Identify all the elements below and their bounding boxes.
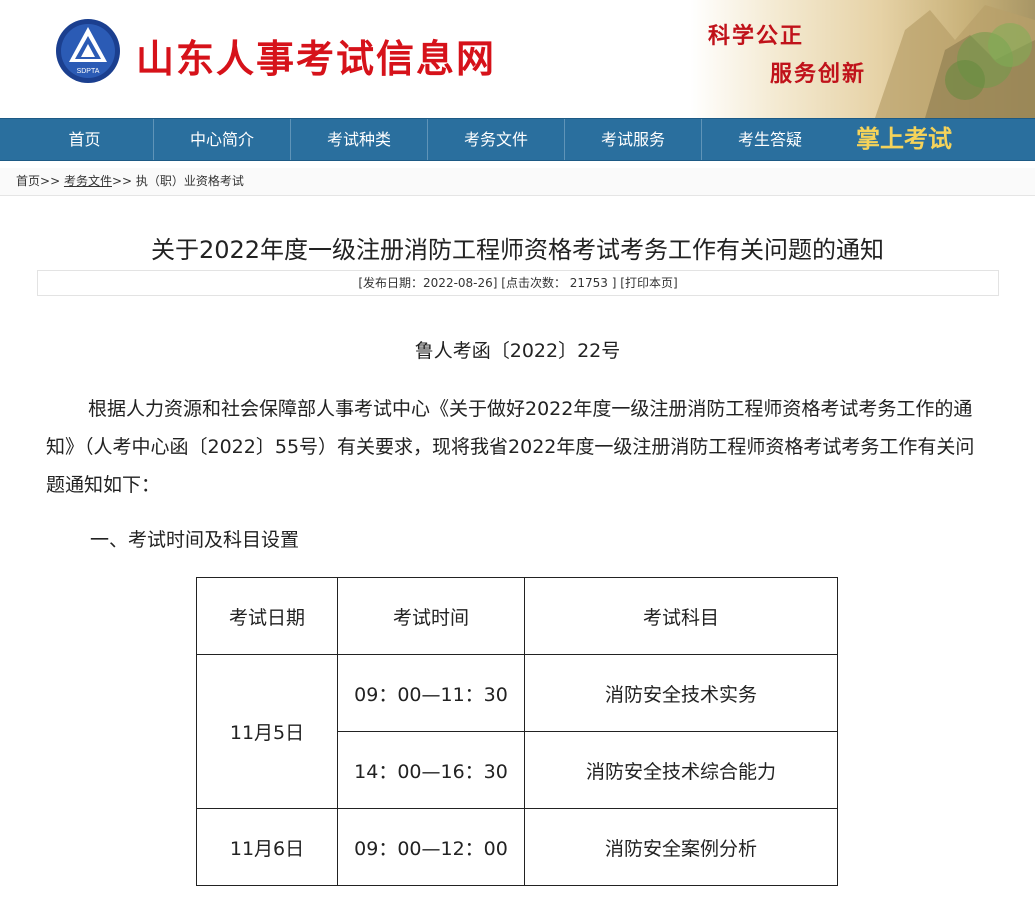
table-row: 11月5日 09：00—11：30 消防安全技术实务 bbox=[196, 654, 838, 809]
exam-time: 09：00—11：30 bbox=[337, 654, 525, 732]
article-meta: [发布日期：2022-08-26] [点击次数： 21753 ] [打印本页] bbox=[37, 270, 999, 296]
breadcrumb-home[interactable]: 首页 bbox=[16, 174, 40, 188]
exam-date: 11月5日 bbox=[196, 654, 338, 809]
header-time: 考试时间 bbox=[337, 577, 525, 655]
header-banner: 科学公正 服务创新 bbox=[690, 0, 1035, 118]
exam-subject: 消防安全案例分析 bbox=[524, 808, 838, 886]
exam-subject: 消防安全技术综合能力 bbox=[524, 731, 838, 809]
slogan-line2: 服务创新 bbox=[770, 62, 867, 87]
section-heading: 一、考试时间及科目设置 bbox=[90, 529, 300, 551]
breadcrumb-separator: >> bbox=[40, 174, 61, 188]
article-paragraph: 根据人力资源和社会保障部人事考试中心《关于做好2022年度一级注册消防工程师资格… bbox=[46, 398, 975, 496]
nav-exam-services[interactable]: 考试服务 bbox=[565, 119, 702, 160]
slogan-line1: 科学公正 bbox=[708, 24, 805, 49]
logo-text: SDPTA bbox=[77, 68, 100, 75]
breadcrumb-current: 执（职）业资格考试 bbox=[135, 174, 244, 188]
nav-exam-documents[interactable]: 考务文件 bbox=[428, 119, 565, 160]
header-subject: 考试科目 bbox=[524, 577, 838, 655]
exam-date: 11月6日 bbox=[196, 808, 338, 886]
main-nav: 首页 中心简介 考试种类 考务文件 考试服务 考生答疑 掌上考试 bbox=[0, 118, 1035, 161]
site-title[interactable]: 山东人事考试信息网 bbox=[136, 28, 496, 83]
article-title: 关于2022年度一级注册消防工程师资格考试考务工作有关问题的通知 bbox=[150, 236, 885, 264]
sdpta-logo[interactable]: SDPTA bbox=[55, 18, 121, 84]
breadcrumb-separator: >> bbox=[111, 174, 133, 188]
document-number: 鲁人考函〔2022〕22号 bbox=[414, 340, 621, 362]
header-date: 考试日期 bbox=[196, 577, 338, 655]
exam-time: 09：00—12：00 bbox=[337, 808, 525, 886]
table-header-row: 考试日期 考试时间 考试科目 bbox=[196, 577, 838, 655]
site-header: SDPTA 山东人事考试信息网 科学公正 服务创新 bbox=[0, 0, 1035, 118]
breadcrumb: 首页>> 考务文件>> 执（职）业资格考试 bbox=[0, 168, 1035, 196]
nav-home[interactable]: 首页 bbox=[16, 119, 154, 160]
exam-time: 14：00—16：30 bbox=[337, 731, 525, 809]
table-row: 11月6日 09：00—12：00 消防安全案例分析 bbox=[196, 808, 838, 886]
nav-about[interactable]: 中心简介 bbox=[154, 119, 291, 160]
exam-schedule-table: 考试日期 考试时间 考试科目 11月5日 09：00—11：30 消防安全技术实… bbox=[196, 577, 838, 886]
exam-subject: 消防安全技术实务 bbox=[524, 654, 838, 732]
nav-exam-types[interactable]: 考试种类 bbox=[291, 119, 428, 160]
breadcrumb-exam-documents[interactable]: 考务文件 bbox=[64, 174, 112, 188]
nav-mobile-exam[interactable]: 掌上考试 bbox=[840, 119, 1025, 160]
nav-faq[interactable]: 考生答疑 bbox=[702, 119, 838, 160]
